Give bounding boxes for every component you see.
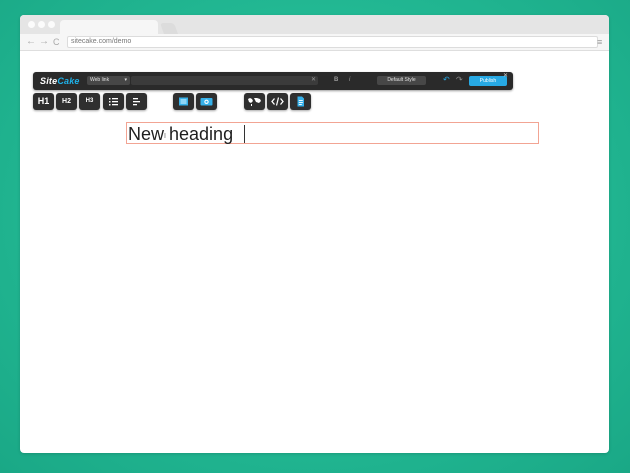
link-type-label: Web link: [90, 77, 110, 83]
file-button[interactable]: [290, 93, 311, 110]
ibeam-cursor-icon: I: [164, 133, 166, 140]
link-type-select[interactable]: Web link ▾: [87, 76, 130, 85]
browser-window: ← → C sitecake.com/demo ≡ SiteCake Web l…: [20, 15, 609, 453]
text-cursor: [244, 125, 245, 143]
undo-icon[interactable]: ↶: [443, 75, 450, 85]
maximize-window-dot[interactable]: [48, 21, 55, 28]
html-icon: [271, 97, 284, 106]
align-icon: [133, 98, 140, 106]
redo-icon[interactable]: ↷: [456, 75, 463, 85]
heading-text[interactable]: New heading: [128, 124, 233, 144]
close-icon[interactable]: ✕: [503, 73, 508, 80]
map-button[interactable]: [244, 93, 265, 110]
bold-button[interactable]: B: [334, 76, 338, 85]
slideshow-button[interactable]: [196, 93, 217, 110]
browser-tab[interactable]: [60, 20, 158, 34]
browser-menu-icon[interactable]: ≡: [597, 37, 602, 47]
logo-site-text: Site: [40, 76, 58, 86]
back-arrow-icon[interactable]: ←: [26, 35, 36, 49]
h2-button[interactable]: H2: [56, 93, 77, 110]
reload-icon[interactable]: C: [53, 35, 60, 49]
chevron-down-icon: ▾: [124, 77, 127, 83]
slideshow-icon: [200, 98, 213, 106]
logo-cake-text: Cake: [57, 76, 80, 86]
h3-button[interactable]: H3: [79, 93, 100, 110]
list-icon: [109, 98, 118, 106]
link-url-input[interactable]: ✕: [131, 76, 318, 85]
minimize-window-dot[interactable]: [38, 21, 45, 28]
publish-button[interactable]: Publish: [469, 76, 507, 86]
address-bar-row: ← → C sitecake.com/demo ≡: [20, 34, 609, 51]
file-icon: [297, 96, 304, 107]
clear-icon[interactable]: ✕: [311, 76, 316, 85]
sitecake-logo: SiteCake: [40, 75, 80, 87]
heading-block[interactable]: New heading I: [126, 122, 539, 144]
close-window-dot[interactable]: [28, 21, 35, 28]
sitecake-toolbar: SiteCake Web link ▾ ✕ B i Default Style …: [33, 72, 513, 90]
url-field[interactable]: sitecake.com/demo: [67, 36, 598, 48]
html-button[interactable]: [267, 93, 288, 110]
browser-titlebar: [20, 15, 609, 34]
list-button[interactable]: [103, 93, 124, 110]
style-select[interactable]: Default Style: [377, 76, 426, 85]
text-button[interactable]: [126, 93, 147, 110]
forward-arrow-icon[interactable]: →: [39, 35, 49, 49]
h1-button[interactable]: H1: [33, 93, 54, 110]
image-button[interactable]: [173, 93, 194, 110]
image-icon: [179, 97, 188, 106]
new-tab-button[interactable]: [159, 23, 179, 34]
map-icon: [248, 98, 261, 106]
italic-button[interactable]: i: [349, 76, 350, 85]
